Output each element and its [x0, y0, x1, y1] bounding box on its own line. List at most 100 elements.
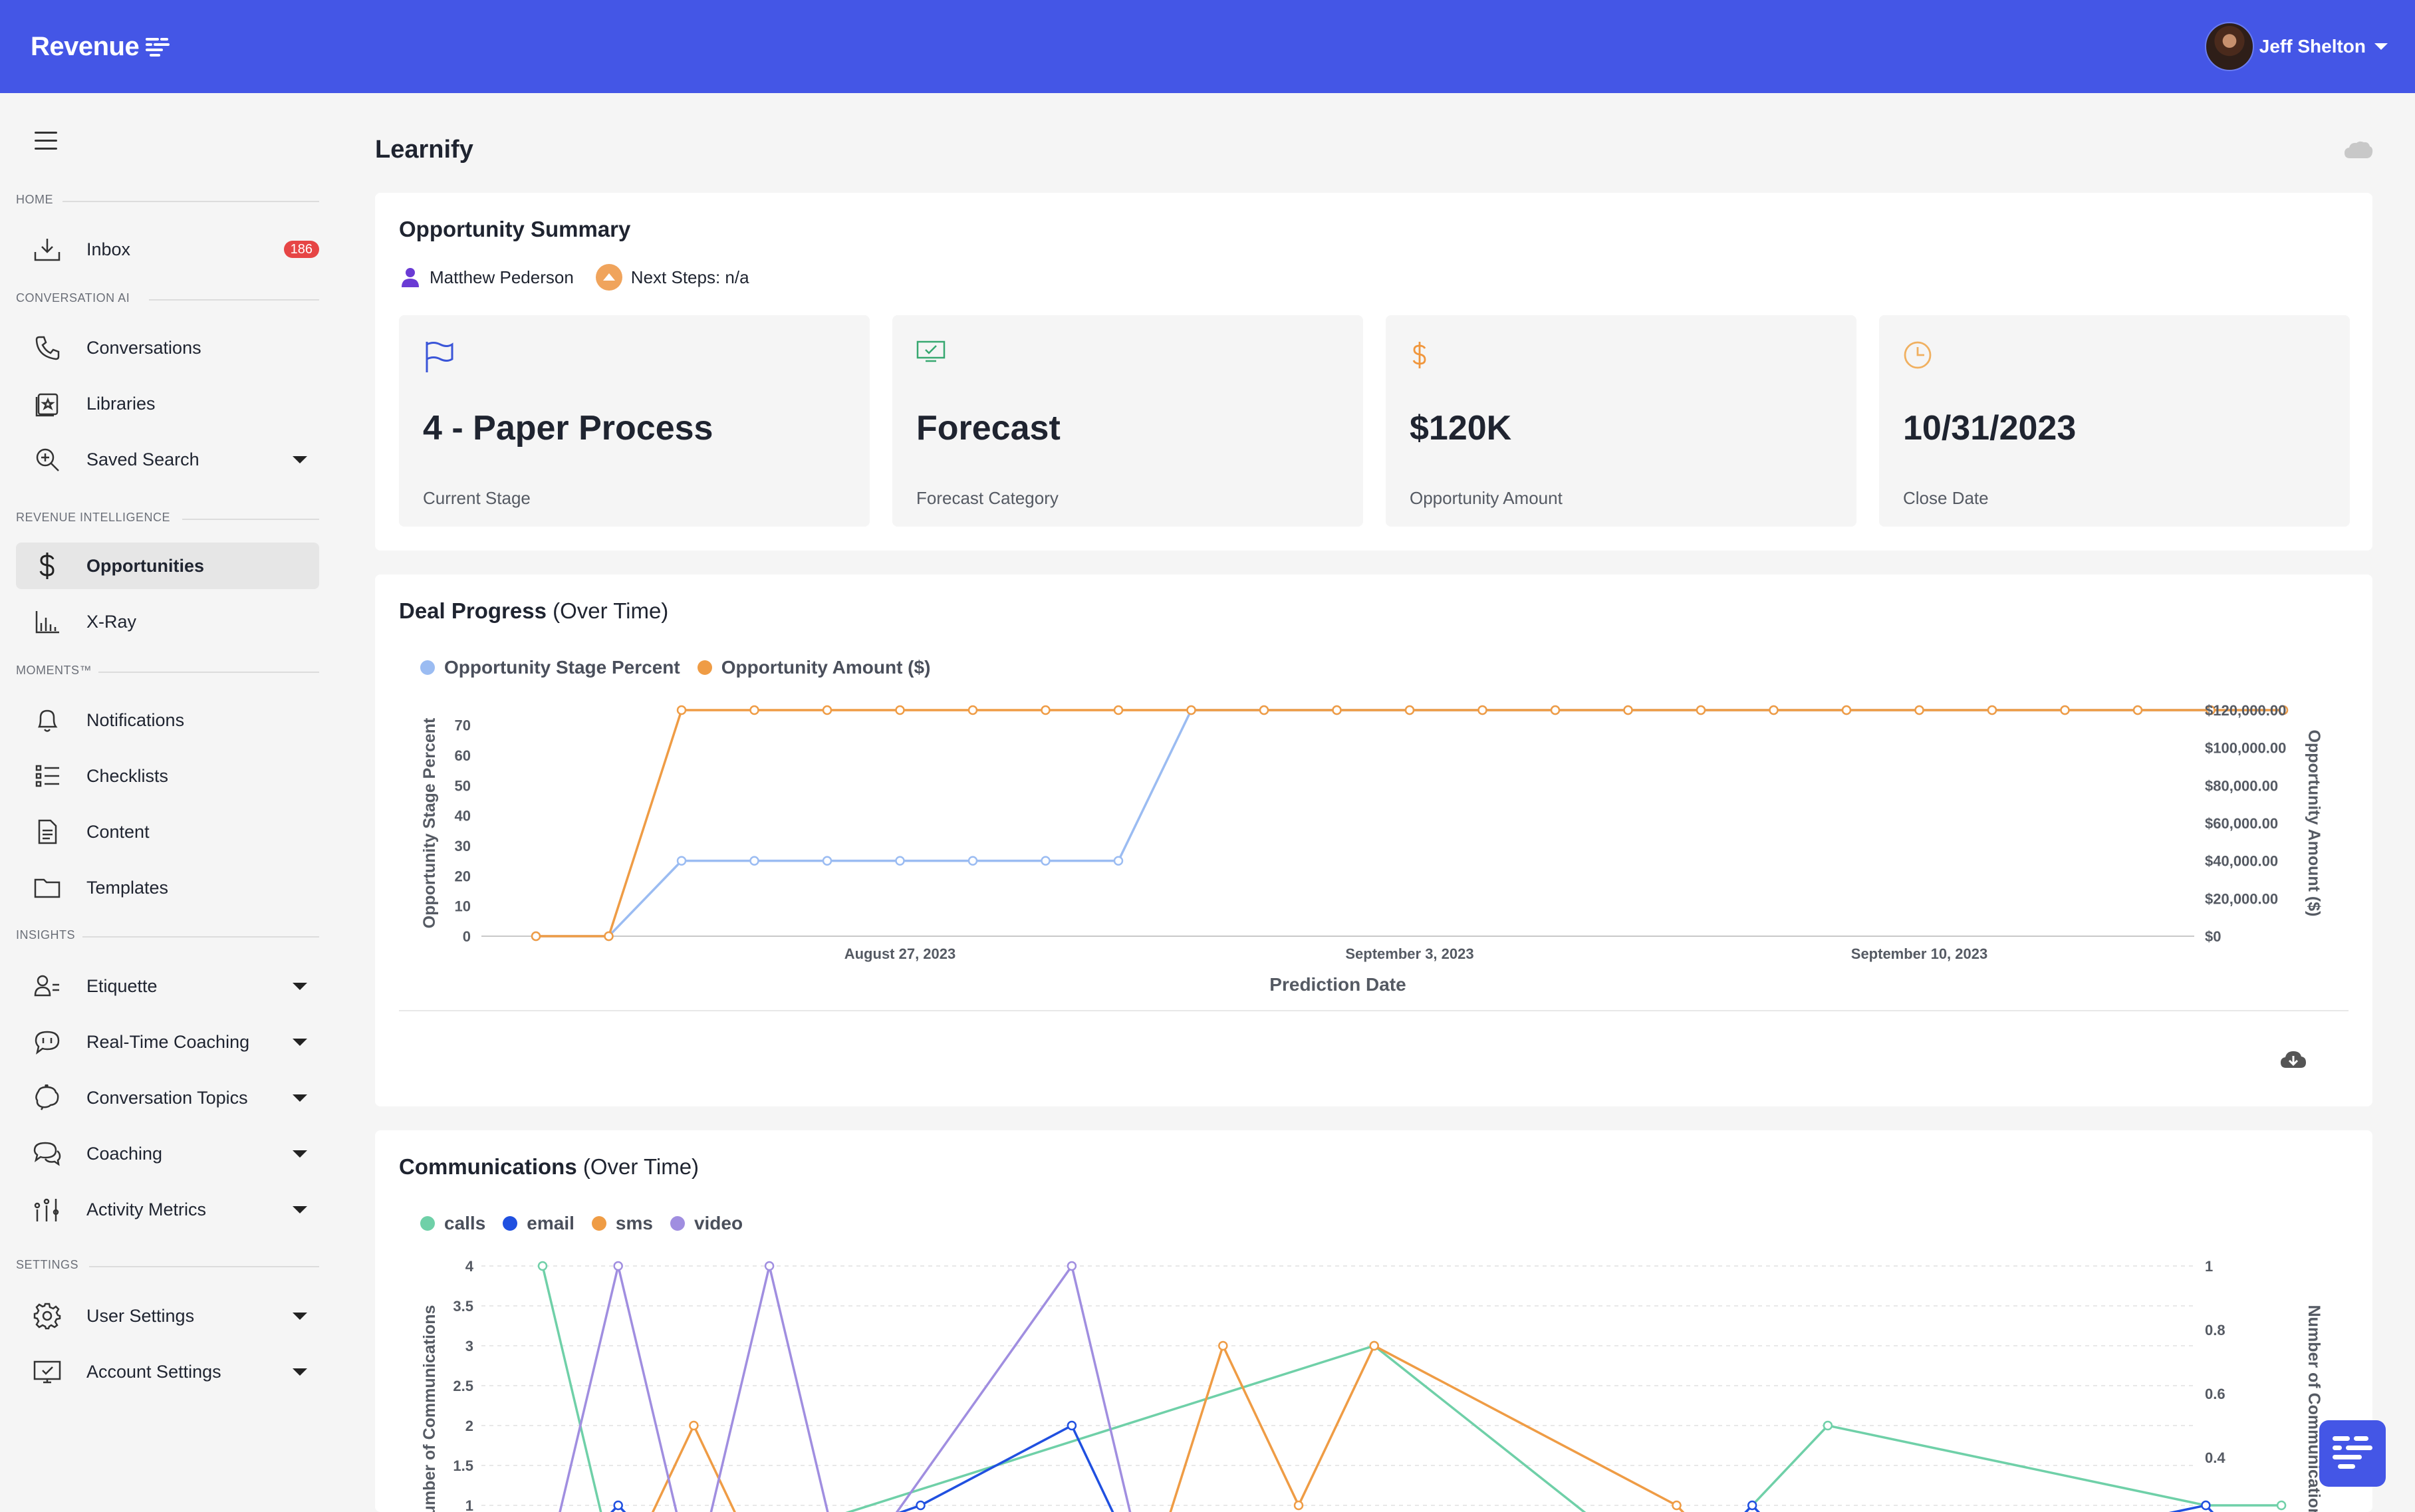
y-tick-label: 60: [455, 747, 471, 764]
data-point[interactable]: [1404, 705, 1415, 715]
data-point[interactable]: [1067, 1420, 1077, 1431]
data-point[interactable]: [1747, 1500, 1757, 1511]
data-point[interactable]: [1041, 856, 1051, 866]
sidebar-item-etiquette[interactable]: Etiquette: [16, 963, 319, 1009]
chevron-down-icon[interactable]: [293, 1039, 307, 1046]
y-tick-label: 1: [465, 1497, 473, 1512]
sidebar-item-real-time-coaching[interactable]: Real-Time Coaching: [16, 1019, 319, 1065]
data-point[interactable]: [537, 1261, 548, 1271]
sidebar: HOME Inbox 186 CONVERSATION AI Conversat…: [0, 93, 332, 1512]
data-point[interactable]: [822, 705, 832, 715]
series-line-calls: [541, 1265, 2282, 1512]
data-point[interactable]: [689, 1420, 699, 1431]
sidebar-item-notifications[interactable]: Notifications: [16, 697, 319, 743]
data-point[interactable]: [1067, 1261, 1077, 1271]
sidebar-item-label: Notifications: [86, 709, 185, 730]
data-point[interactable]: [2132, 705, 2143, 715]
data-point[interactable]: [676, 705, 687, 715]
chevron-down-icon[interactable]: [293, 1150, 307, 1158]
data-point[interactable]: [749, 856, 759, 866]
data-point[interactable]: [1041, 705, 1051, 715]
sidebar-item-saved-search[interactable]: Saved Search: [16, 436, 319, 483]
data-point[interactable]: [1623, 705, 1633, 715]
sidebar-item-inbox[interactable]: Inbox 186: [16, 226, 319, 273]
section-home: HOME: [16, 193, 319, 209]
data-point[interactable]: [1696, 705, 1706, 715]
sidebar-item-checklists[interactable]: Checklists: [16, 753, 319, 799]
data-point[interactable]: [1823, 1420, 1833, 1431]
chevron-down-icon[interactable]: [293, 1094, 307, 1102]
sidebar-item-conversations[interactable]: Conversations: [16, 324, 319, 371]
library-icon: [32, 388, 63, 419]
data-point[interactable]: [1186, 705, 1196, 715]
sliders-icon: [32, 1194, 63, 1225]
data-point[interactable]: [1914, 705, 1924, 715]
y2-tick-label: $40,000.00: [2205, 853, 2278, 870]
download-cloud-icon[interactable]: [2279, 1048, 2307, 1071]
y2-tick-label: $80,000.00: [2205, 777, 2278, 794]
sidebar-item-xray[interactable]: X-Ray: [16, 598, 319, 645]
sidebar-item-account-settings[interactable]: Account Settings: [16, 1348, 319, 1395]
data-point[interactable]: [604, 931, 614, 942]
chat-launcher-button[interactable]: [2319, 1420, 2386, 1487]
chevron-down-icon[interactable]: [293, 1368, 307, 1376]
data-point[interactable]: [1113, 856, 1124, 866]
sidebar-item-templates[interactable]: Templates: [16, 864, 319, 911]
data-point[interactable]: [1218, 1340, 1228, 1351]
data-point[interactable]: [613, 1261, 623, 1271]
data-point[interactable]: [1293, 1500, 1304, 1511]
chevron-down-icon[interactable]: [293, 1313, 307, 1320]
data-point[interactable]: [895, 856, 905, 866]
data-point[interactable]: [1369, 1340, 1379, 1351]
communications-card: Communications (Over Time) calls email s…: [375, 1130, 2372, 1512]
user-menu[interactable]: Jeff Shelton: [2204, 21, 2388, 72]
data-point[interactable]: [1672, 1500, 1682, 1511]
sidebar-item-label: Saved Search: [86, 449, 199, 469]
data-point[interactable]: [613, 1500, 623, 1511]
sidebar-item-label: Account Settings: [86, 1361, 221, 1382]
sidebar-item-libraries[interactable]: Libraries: [16, 380, 319, 427]
sidebar-item-conversation-topics[interactable]: Conversation Topics: [16, 1074, 319, 1121]
data-point[interactable]: [1550, 705, 1561, 715]
next-steps-icon: [595, 264, 622, 291]
menu-toggle-icon[interactable]: [35, 132, 57, 150]
sidebar-item-content[interactable]: Content: [16, 809, 319, 855]
chevron-down-icon[interactable]: [293, 1206, 307, 1213]
data-point[interactable]: [895, 705, 905, 715]
chevron-down-icon[interactable]: [293, 456, 307, 463]
data-point[interactable]: [531, 931, 541, 942]
data-point[interactable]: [916, 1500, 926, 1511]
chevron-down-icon[interactable]: [293, 983, 307, 990]
data-point[interactable]: [1769, 705, 1779, 715]
owner-name: Matthew Pederson: [430, 267, 574, 287]
data-point[interactable]: [676, 856, 687, 866]
sidebar-item-coaching[interactable]: Coaching: [16, 1130, 319, 1177]
sidebar-item-activity-metrics[interactable]: Activity Metrics: [16, 1186, 319, 1233]
brand-logo[interactable]: Revenue: [31, 29, 172, 64]
data-point[interactable]: [764, 1261, 775, 1271]
data-point[interactable]: [2201, 1500, 2211, 1511]
data-point[interactable]: [749, 705, 759, 715]
data-point[interactable]: [1332, 705, 1342, 715]
data-point[interactable]: [967, 856, 978, 866]
data-point[interactable]: [2276, 1500, 2287, 1511]
y2-tick-label: 0.6: [2205, 1386, 2225, 1402]
sidebar-item-label: Libraries: [86, 393, 156, 414]
sidebar-item-opportunities[interactable]: Opportunities: [16, 543, 319, 589]
data-point[interactable]: [2060, 705, 2070, 715]
data-point[interactable]: [1477, 705, 1487, 715]
data-point[interactable]: [1113, 705, 1124, 715]
data-point[interactable]: [967, 705, 978, 715]
section-label: INSIGHTS: [16, 928, 82, 942]
y2-tick-label: $0: [2205, 928, 2221, 945]
bell-icon: [32, 705, 63, 735]
salesforce-cloud-icon[interactable]: [2343, 140, 2374, 160]
opportunity-summary-title: Opportunity Summary: [399, 217, 631, 241]
data-point[interactable]: [822, 856, 832, 866]
y-tick-label: 40: [455, 808, 471, 824]
data-point[interactable]: [1841, 705, 1852, 715]
data-point[interactable]: [1259, 705, 1269, 715]
sidebar-item-label: X-Ray: [86, 611, 137, 632]
data-point[interactable]: [1987, 705, 1997, 715]
sidebar-item-user-settings[interactable]: User Settings: [16, 1293, 319, 1339]
